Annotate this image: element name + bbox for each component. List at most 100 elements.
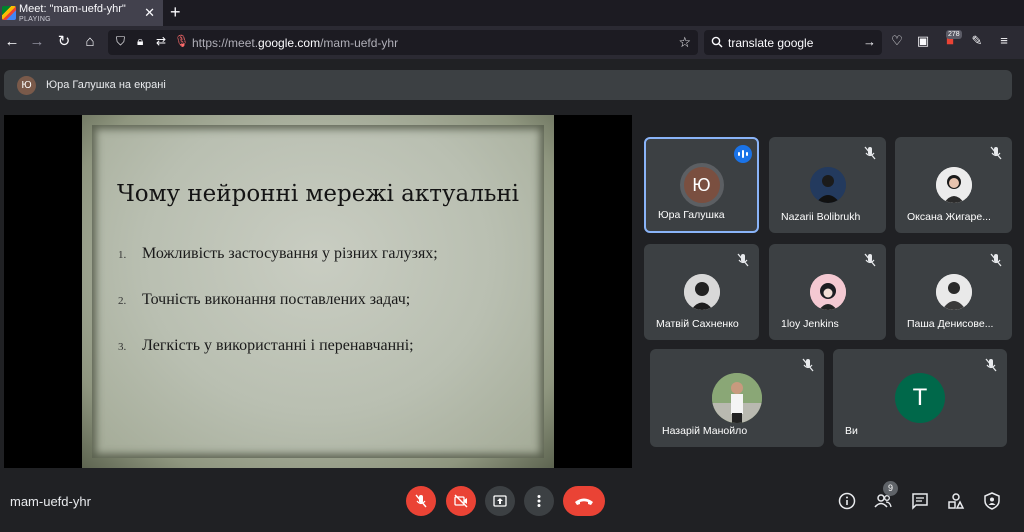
slide-list: 1. Можливість застосування у різних галуз…: [118, 245, 438, 383]
mic-off-icon: [737, 253, 749, 267]
avatar: [809, 274, 846, 310]
participant-tile[interactable]: Матвій Сахненко: [644, 244, 759, 340]
tab-status: PLAYING: [19, 15, 51, 23]
meet-favicon-icon: [2, 6, 16, 20]
more-vert-icon: [537, 495, 541, 507]
browser-tab[interactable]: Meet: "mam-uefd-yhr" PLAYING ✕: [0, 0, 163, 26]
avatar-photo-icon: [935, 274, 972, 310]
camera-toggle-button[interactable]: [446, 486, 476, 516]
presenter-text: Юра Галушка на екрані: [46, 79, 166, 91]
menu-icon[interactable]: ≡: [995, 33, 1013, 51]
url-text: https://meet.google.com/mam-uefd-yhr: [192, 36, 398, 50]
present-screen-button[interactable]: [485, 486, 515, 516]
avatar-photo-icon: [809, 167, 846, 203]
presenter-banner: Ю Юра Галушка на екрані: [4, 70, 1012, 100]
participant-name: Оксана Жигаре...: [907, 211, 991, 223]
presentation-stage[interactable]: Чому нейронні мережі актуальні 1. Можливі…: [4, 115, 632, 468]
reload-icon[interactable]: ↻: [54, 32, 74, 52]
home-icon[interactable]: ⌂: [80, 32, 100, 52]
participant-name: 1loy Jenkins: [781, 318, 839, 330]
item-text: Можливість застосування у різних галузях…: [142, 245, 438, 262]
speaking-indicator-icon: [734, 145, 752, 163]
avatar: [712, 373, 762, 423]
activities-icon[interactable]: [947, 492, 965, 510]
item-number: 2.: [118, 295, 127, 307]
host-controls-icon[interactable]: [983, 492, 1001, 510]
tab-text: Meet: "mam-uefd-yhr" PLAYING: [19, 2, 126, 23]
mic-off-icon: [985, 358, 997, 372]
new-tab-icon[interactable]: +: [170, 2, 181, 23]
tab-bar: Meet: "mam-uefd-yhr" PLAYING ✕ +: [0, 0, 1024, 26]
info-icon[interactable]: [838, 492, 856, 510]
mic-off-icon: [864, 253, 876, 267]
search-input[interactable]: translate google: [728, 36, 813, 50]
shield-icon[interactable]: ⛉: [116, 34, 125, 49]
participant-name: Ви: [845, 425, 858, 437]
camera-off-icon: [454, 494, 468, 508]
participant-tile[interactable]: T Ви: [833, 349, 1007, 447]
pocket-icon[interactable]: ♡: [888, 33, 906, 51]
participant-name: Nazarii Bolibrukh: [781, 211, 861, 223]
mic-off-icon: [990, 253, 1002, 267]
participant-tile[interactable]: Назарій Манойло: [650, 349, 824, 447]
lock-icon[interactable]: 🔒︎: [137, 34, 143, 49]
mic-toggle-button[interactable]: [406, 486, 436, 516]
present-icon: [493, 495, 507, 507]
avatar-photo-icon: [712, 373, 762, 423]
search-bar[interactable]: translate google →: [704, 30, 882, 55]
participant-tile[interactable]: Ю Юра Галушка: [644, 137, 759, 233]
meeting-code: mam-uefd-yhr: [10, 494, 91, 509]
slide-list-item: 3. Легкість у використанні і перенавчанні…: [118, 337, 438, 383]
close-tab-icon[interactable]: ✕: [144, 5, 155, 21]
extension-badge: 278: [946, 30, 962, 39]
avatar: Ю: [679, 163, 724, 207]
more-options-button[interactable]: [524, 486, 554, 516]
mic-off-icon: [990, 146, 1002, 160]
participant-grid: Ю Юра Галушка Nazarii Bolibrukh Оксана Ж…: [640, 134, 1020, 454]
back-arrow-icon[interactable]: ←: [2, 32, 22, 52]
avatar: T: [895, 373, 945, 423]
chat-icon[interactable]: [911, 492, 929, 510]
search-icon: [711, 36, 723, 48]
forward-arrow-icon[interactable]: →: [27, 32, 47, 52]
reader-view-icon[interactable]: ▣: [914, 33, 932, 51]
participant-name: Паша Денисове...: [907, 318, 994, 330]
participant-name: Матвій Сахненко: [656, 318, 739, 330]
participant-tile[interactable]: Паша Денисове...: [895, 244, 1012, 340]
mic-off-icon: [802, 358, 814, 372]
slide-list-item: 2. Точність виконання поставлених задач;: [118, 291, 438, 337]
leave-call-button[interactable]: [563, 486, 605, 516]
avatar-photo-icon: [935, 167, 972, 203]
bookmark-star-icon[interactable]: ☆: [678, 34, 691, 51]
slide: Чому нейронні мережі актуальні 1. Можливі…: [82, 115, 554, 468]
presenter-avatar: Ю: [17, 75, 36, 95]
item-number: 1.: [118, 249, 127, 261]
tab-title: Meet: "mam-uefd-yhr": [19, 2, 126, 15]
hang-up-icon: [575, 498, 593, 505]
permissions-icon[interactable]: ⇄: [156, 34, 166, 48]
url-domain: google.com: [258, 36, 321, 50]
nav-bar: ← → ↻ ⌂ ⛉ 🔒︎ ⇄ 🎙︎ https://meet.google.co…: [0, 26, 1024, 59]
avatar: [809, 167, 846, 203]
url-path: /mam-uefd-yhr: [320, 36, 399, 50]
participant-tile[interactable]: Оксана Жигаре...: [895, 137, 1012, 233]
participant-tile[interactable]: Nazarii Bolibrukh: [769, 137, 886, 233]
participant-tile[interactable]: 1loy Jenkins: [769, 244, 886, 340]
url-bar[interactable]: ⛉ 🔒︎ ⇄ 🎙︎ https://meet.google.com/mam-ue…: [108, 30, 698, 55]
extensions-puzzle-icon[interactable]: ✎: [968, 33, 986, 51]
avatar: [935, 167, 972, 203]
slide-list-item: 1. Можливість застосування у різних галуз…: [118, 245, 438, 291]
microphone-icon[interactable]: 🎙︎: [174, 34, 189, 48]
url-prefix: https://meet.: [192, 36, 259, 50]
go-arrow-icon[interactable]: →: [863, 34, 876, 49]
item-text: Легкість у використанні і перенавчанні;: [142, 337, 414, 354]
avatar-photo-icon: [683, 274, 720, 310]
avatar-photo-icon: [809, 274, 846, 310]
item-number: 3.: [118, 341, 127, 353]
avatar: [683, 274, 720, 310]
participant-name: Назарій Манойло: [662, 425, 748, 437]
mic-off-icon: [864, 146, 876, 160]
mic-off-icon: [415, 494, 427, 508]
avatar-initial: Ю: [692, 174, 711, 195]
item-text: Точність виконання поставлених задач;: [142, 291, 411, 308]
